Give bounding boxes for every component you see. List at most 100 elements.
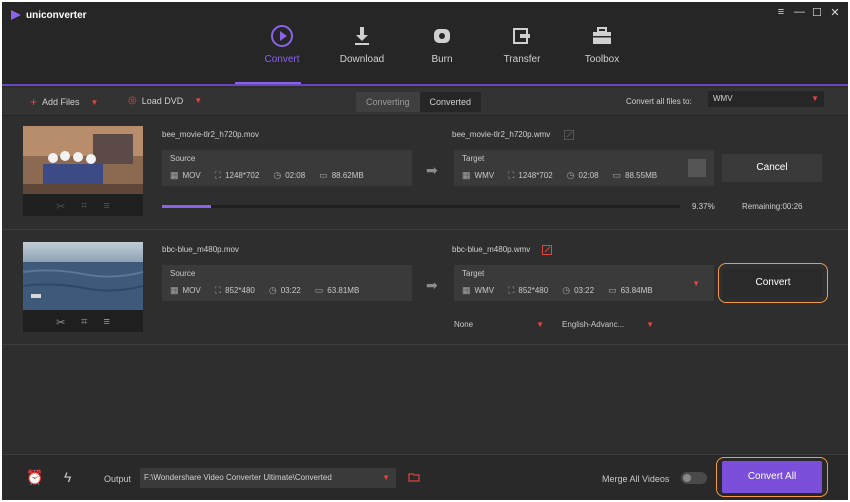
thumbnail-image	[23, 126, 143, 194]
settings-icon[interactable]: ≡	[104, 200, 110, 212]
toolbar: + Add Files ▼ ◎ Load DVD ▼ Converting Co…	[2, 88, 848, 116]
clock-icon: ◷	[273, 170, 282, 180]
source-duration-value: 03:22	[280, 286, 301, 295]
source-format-value: MOV	[182, 286, 201, 295]
output-path-select[interactable]: F:\Wondershare Video Converter Ultimate\…	[140, 468, 396, 488]
file-row: ✂ ⌗ ≡ bbc-blue_m480p.mov Source ▦ MOV ⛶ 85…	[2, 231, 848, 345]
convert-button[interactable]: Convert	[723, 269, 823, 297]
title-bar: uniconverter ≡ — ☐ ✕ Convert Download Bu…	[2, 2, 848, 86]
scissors-icon[interactable]: ✂	[56, 316, 65, 329]
target-resolution: ⛶ 852*480	[508, 285, 548, 296]
resolution-icon: ⛶	[214, 285, 222, 295]
source-resolution: ⛶ 852*480	[215, 285, 255, 296]
video-thumbnail[interactable]: ✂ ⌗ ≡	[22, 242, 144, 332]
target-info: Target ▦ WMV ⛶ 852*480 ◷ 03:22 ▭ 63.84MB ▼	[454, 265, 714, 301]
source-details: ▦ MOV ⛶ 1248*702 ◷ 02:08 ▭ 88.62MB	[170, 170, 364, 181]
film-icon: ▦	[462, 170, 471, 180]
source-info: Source ▦ MOV ⛶ 1248*702 ◷ 02:08 ▭ 88.62MB	[162, 150, 412, 186]
target-size-value: 63.84MB	[620, 286, 653, 295]
source-size-value: 63.81MB	[327, 286, 360, 295]
minimize-icon[interactable]: —	[794, 6, 805, 19]
convert-all-label: Convert all files to:	[626, 97, 692, 106]
download-icon	[355, 27, 369, 45]
chevron-down-icon: ▼	[382, 473, 390, 482]
chevron-down-icon: ▼	[646, 320, 654, 329]
target-size: ▭ 63.84MB	[608, 285, 653, 296]
lightning-icon[interactable]: ϟ	[64, 469, 71, 485]
source-title: Source	[170, 154, 196, 163]
tab-download[interactable]: Download	[322, 24, 402, 65]
progress-bar	[162, 205, 680, 208]
tab-converted[interactable]: Converted	[419, 92, 482, 112]
app-logo: uniconverter	[10, 9, 87, 21]
chevron-down-icon: ▼	[811, 94, 819, 103]
subtitle-select[interactable]: None ▼	[454, 317, 548, 333]
status-tabs: Converting Converted	[356, 92, 482, 112]
tab-toolbox-label: Toolbox	[584, 54, 620, 65]
crop-icon[interactable]: ⌗	[81, 316, 87, 329]
folder-icon: ▭	[612, 170, 622, 180]
thumbnail-image	[22, 242, 144, 310]
output-path-value: F:\Wondershare Video Converter Ultimate\…	[144, 473, 332, 482]
main-nav: Convert Download Burn Transfer Toolbox	[242, 24, 642, 65]
target-filename: bee_movie-tlr2_h720p.wmv	[452, 130, 551, 139]
transfer-icon	[513, 28, 530, 44]
cancel-button[interactable]: Cancel	[722, 154, 822, 182]
bottom-bar: ⏰ ϟ Output F:\Wondershare Video Converte…	[2, 454, 848, 500]
source-format-value: MOV	[182, 171, 201, 180]
target-format: ▦ WMV	[462, 170, 494, 181]
output-format-select[interactable]: WMV ▼	[708, 91, 824, 107]
target-format: ▦ WMV	[462, 285, 494, 296]
merge-all-label: Merge All Videos	[602, 474, 670, 484]
target-settings-dropdown[interactable]	[688, 159, 706, 177]
toolbox-icon	[593, 27, 611, 44]
tab-transfer-label: Transfer	[503, 54, 541, 65]
source-size: ▭ 63.81MB	[315, 285, 360, 296]
edit-icon[interactable]	[564, 130, 574, 140]
tab-converting[interactable]: Converting	[356, 92, 420, 112]
audio-track-select[interactable]: English-Advanc... ▼	[562, 317, 658, 333]
source-title: Source	[170, 269, 196, 278]
add-files-label: Add Files	[42, 97, 80, 107]
source-duration: ◷ 02:08	[273, 170, 305, 181]
tab-convert-label: Convert	[264, 54, 300, 65]
edit-icon[interactable]	[542, 245, 552, 255]
tab-transfer[interactable]: Transfer	[482, 24, 562, 65]
menu-icon[interactable]: ≡	[776, 6, 786, 19]
chevron-down-icon[interactable]: ▼	[692, 279, 700, 288]
add-files-button[interactable]: + Add Files ▼	[30, 95, 98, 109]
app-title: uniconverter	[26, 9, 87, 21]
tab-convert[interactable]: Convert	[242, 24, 322, 65]
progress-fill	[162, 205, 211, 208]
file-row: ✂ ⌗ ≡ bee_movie-tlr2_h720p.mov Source ▦ M…	[2, 118, 848, 230]
alarm-clock-icon[interactable]: ⏰	[26, 469, 43, 486]
tab-burn[interactable]: Burn	[402, 24, 482, 65]
arrow-right-icon: ➡	[426, 162, 438, 178]
settings-icon[interactable]: ≡	[104, 316, 110, 328]
resolution-icon: ⛶	[508, 170, 515, 180]
target-resolution-value: 1248*702	[518, 171, 553, 180]
chevron-down-icon[interactable]: ▼	[194, 96, 202, 105]
target-resolution: ⛶ 1248*702	[508, 170, 553, 181]
source-format: ▦ MOV	[170, 285, 201, 296]
resolution-icon: ⛶	[508, 285, 515, 295]
chevron-down-icon[interactable]: ▼	[91, 98, 99, 107]
scissors-icon[interactable]: ✂	[56, 200, 65, 213]
tab-toolbox[interactable]: Toolbox	[562, 24, 642, 65]
app-window: uniconverter ≡ — ☐ ✕ Convert Download Bu…	[2, 2, 848, 500]
maximize-icon[interactable]: ☐	[812, 6, 822, 19]
open-folder-icon[interactable]	[408, 472, 420, 482]
crop-icon[interactable]: ⌗	[81, 200, 87, 213]
load-dvd-button[interactable]: ◎ Load DVD ▼	[128, 95, 202, 106]
film-icon: ▦	[170, 285, 179, 295]
convert-all-button[interactable]: Convert All	[722, 461, 822, 493]
arrow-right-icon: ➡	[426, 277, 438, 293]
target-details: ▦ WMV ⛶ 1248*702 ◷ 02:08 ▭ 88.55MB	[462, 170, 657, 181]
target-duration: ◷ 03:22	[562, 285, 594, 296]
subtitle-value: None	[454, 320, 474, 329]
source-resolution: ⛶ 1248*702	[215, 170, 260, 181]
merge-all-toggle[interactable]	[681, 472, 707, 484]
close-icon[interactable]: ✕	[830, 6, 840, 19]
video-thumbnail[interactable]: ✂ ⌗ ≡	[23, 126, 143, 216]
target-duration: ◷ 02:08	[567, 170, 599, 181]
